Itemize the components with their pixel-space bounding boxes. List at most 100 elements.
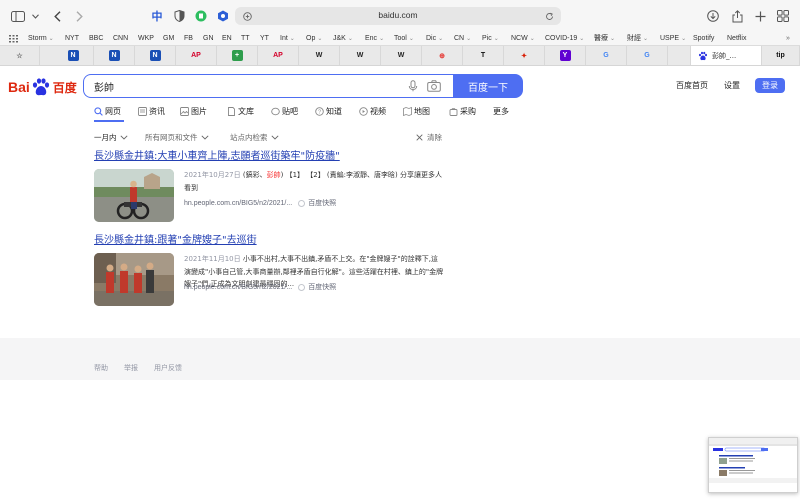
browser-tab[interactable]: Y: [545, 46, 586, 65]
back-button[interactable]: [50, 8, 64, 24]
baidu-logo[interactable]: Bai du 百度: [8, 76, 77, 98]
favorite-item[interactable]: Pic ⌄: [482, 33, 499, 45]
baidu-home-link[interactable]: 百度首页: [676, 80, 708, 91]
time-filter[interactable]: 一月内: [94, 132, 128, 143]
browser-tab[interactable]: ✦: [504, 46, 545, 65]
search-tab[interactable]: 贴吧: [271, 106, 298, 117]
favorite-item[interactable]: CNN: [113, 33, 128, 44]
search-tab[interactable]: 网页: [94, 106, 121, 117]
browser-tab[interactable]: G: [627, 46, 668, 65]
favorite-item[interactable]: FB: [184, 33, 193, 44]
browser-tab[interactable]: T: [463, 46, 504, 65]
favorite-item[interactable]: Enc ⌄: [365, 33, 384, 45]
favorite-item[interactable]: Dic ⌄: [426, 33, 443, 45]
result-url[interactable]: hn.people.com.cn/BIG5/n2/2021/...: [184, 284, 292, 291]
browser-tab[interactable]: ⊕: [422, 46, 463, 65]
search-tab[interactable]: 文库: [227, 106, 254, 117]
search-button[interactable]: 百度一下: [453, 74, 523, 98]
browser-tab[interactable]: W: [299, 46, 340, 65]
feedback-link[interactable]: 用户反馈: [154, 363, 182, 373]
search-tab-label: 地图: [414, 107, 430, 116]
favorite-item[interactable]: WKP: [138, 33, 154, 44]
clear-filters-button[interactable]: 清除: [416, 132, 442, 143]
evernote-icon[interactable]: [194, 8, 208, 24]
search-input[interactable]: [83, 74, 455, 98]
search-tab[interactable]: 地图: [403, 106, 430, 117]
login-button[interactable]: 登录: [755, 78, 785, 93]
chevron-down-icon[interactable]: [30, 8, 40, 24]
forward-button[interactable]: [72, 8, 86, 24]
browser-tab[interactable]: G: [586, 46, 627, 65]
favorite-item[interactable]: TT: [241, 33, 250, 44]
chinese-extension-icon[interactable]: 中: [150, 8, 164, 24]
report-link[interactable]: 举报: [124, 363, 138, 373]
search-tab-label: 知道: [326, 107, 342, 116]
favorite-item[interactable]: Netflix: [727, 33, 746, 44]
result-thumbnail[interactable]: [94, 169, 174, 222]
camera-icon[interactable]: [427, 80, 441, 92]
snapshot-link[interactable]: 百度快照: [298, 282, 336, 292]
favorite-item[interactable]: COVID-19 ⌄: [545, 33, 584, 45]
browser-tab[interactable]: N: [53, 46, 94, 65]
tab-overview-icon[interactable]: [776, 8, 790, 24]
browser-tab[interactable]: AP: [176, 46, 217, 65]
search-tab[interactable]: 采购: [449, 106, 476, 117]
favorite-item[interactable]: Tool ⌄: [394, 33, 414, 45]
site-filter[interactable]: 站点内检索: [230, 132, 279, 143]
url-text: baidu.com: [378, 10, 418, 20]
favorite-item[interactable]: NCW ⌄: [511, 33, 535, 45]
browser-tab[interactable]: +: [217, 46, 258, 65]
favorite-item[interactable]: CN ⌄: [454, 33, 471, 45]
search-tab[interactable]: 更多: [493, 106, 509, 117]
favorite-label: NYT: [65, 35, 79, 42]
favorite-item[interactable]: 醫療 ⌄: [594, 33, 615, 45]
search-tab[interactable]: ? 知道: [315, 106, 342, 117]
favorite-item[interactable]: J&K ⌄: [333, 33, 353, 45]
result-url[interactable]: hn.people.com.cn/BIG5/n2/2021/...: [184, 200, 292, 207]
browser-tab[interactable]: W: [381, 46, 422, 65]
result-title-link[interactable]: 長沙縣金井鎮:大車小車齊上陣,志願者巡街築牢"防疫牆": [94, 150, 454, 164]
share-icon[interactable]: [730, 8, 744, 24]
clear-label: 清除: [427, 133, 442, 142]
favorites-overflow-icon[interactable]: »: [786, 33, 790, 44]
screenshot-preview[interactable]: [708, 437, 798, 493]
favorite-item[interactable]: GM: [163, 33, 174, 44]
paw-icon: [32, 78, 49, 96]
favorite-item[interactable]: Int ⌄: [280, 33, 295, 45]
download-icon[interactable]: [706, 8, 720, 24]
address-bar[interactable]: baidu.com: [235, 7, 561, 25]
favorite-item[interactable]: Op ⌄: [306, 33, 322, 45]
type-filter[interactable]: 所有网页和文件: [145, 132, 209, 143]
browser-tab[interactable]: tip: [762, 46, 800, 65]
settings-link[interactable]: 设置: [724, 80, 740, 91]
favorite-item[interactable]: BBC: [89, 33, 103, 44]
browser-tab[interactable]: N: [94, 46, 135, 65]
microphone-icon[interactable]: [407, 80, 419, 92]
favorite-item[interactable]: 財經 ⌄: [627, 33, 648, 45]
search-tab[interactable]: 视频: [359, 106, 386, 117]
result-title-link[interactable]: 長沙縣金井鎮:跟著"金牌嫂子"去巡街: [94, 234, 454, 248]
search-tab[interactable]: 图片: [180, 106, 207, 117]
snapshot-link[interactable]: 百度快照: [298, 198, 336, 208]
browser-tab[interactable]: W: [340, 46, 381, 65]
favorite-item[interactable]: NYT: [65, 33, 79, 44]
browser-tab[interactable]: N: [135, 46, 176, 65]
reload-icon[interactable]: [542, 9, 556, 23]
shield-half-icon[interactable]: [172, 8, 186, 24]
browser-tab[interactable]: AP: [258, 46, 299, 65]
active-browser-tab[interactable]: 彭帥_...: [690, 46, 762, 65]
new-tab-button[interactable]: [753, 8, 767, 24]
sidebar-toggle-icon[interactable]: [10, 8, 26, 24]
browser-tab[interactable]: ☆: [0, 46, 40, 65]
search-tab[interactable]: 资讯: [138, 106, 165, 117]
favorite-item[interactable]: Spotify: [693, 33, 714, 44]
favorite-item[interactable]: YT: [260, 33, 269, 44]
help-link[interactable]: 帮助: [94, 363, 108, 373]
hexagon-extension-icon[interactable]: [216, 8, 230, 24]
result-thumbnail[interactable]: [94, 253, 174, 306]
favorite-item[interactable]: USPE ⌄: [660, 33, 686, 45]
favorite-item[interactable]: EN: [222, 33, 232, 44]
favorite-item[interactable]: Storm ⌄: [28, 33, 54, 45]
favorite-item[interactable]: GN: [203, 33, 214, 44]
yahoo-icon: Y: [559, 50, 571, 61]
